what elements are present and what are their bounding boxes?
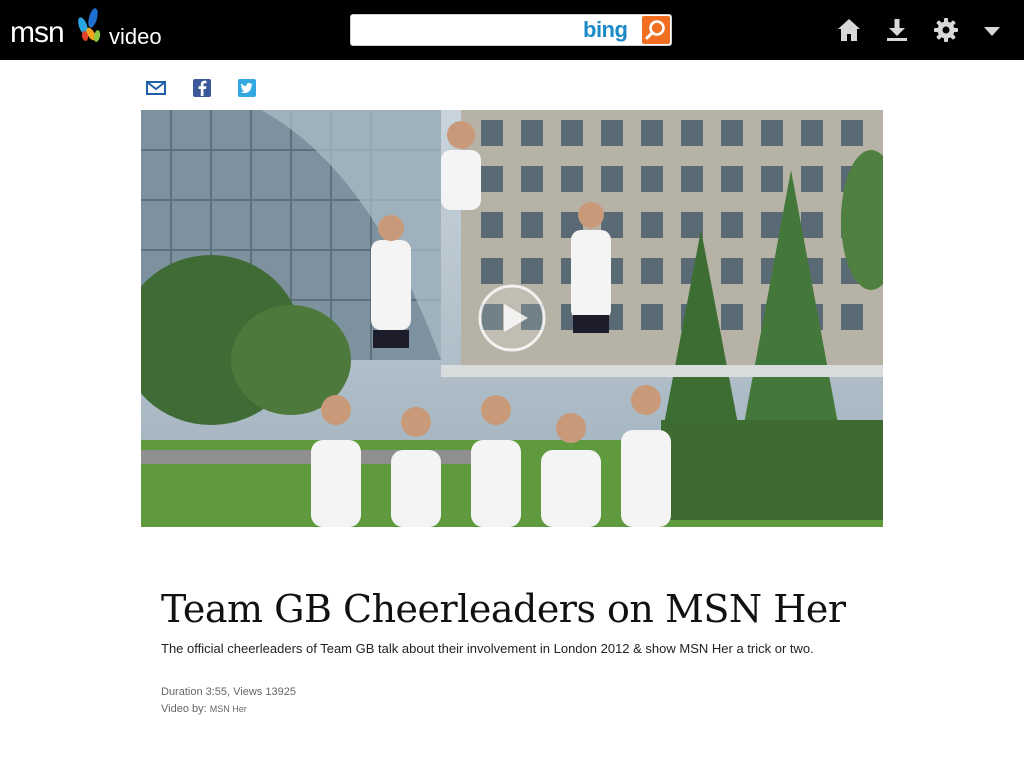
home-icon: [838, 19, 860, 41]
download-button[interactable]: [883, 16, 911, 44]
msn-butterfly-icon: [78, 8, 101, 42]
video-player[interactable]: [141, 110, 883, 527]
menu-dropdown-button[interactable]: [978, 16, 1006, 44]
facebook-icon: [193, 79, 211, 97]
home-button[interactable]: [835, 16, 863, 44]
search-button[interactable]: [642, 16, 670, 44]
play-icon[interactable]: [478, 284, 546, 352]
chevron-down-icon: [984, 27, 1000, 36]
video-description: The official cheerleaders of Team GB tal…: [161, 641, 814, 656]
bing-label: bing: [583, 17, 628, 42]
msn-video-logo[interactable]: msn video: [10, 6, 180, 52]
settings-button[interactable]: [932, 16, 960, 44]
brand-name: msn: [10, 16, 65, 49]
twitter-icon: [238, 79, 256, 97]
share-email-button[interactable]: [145, 78, 167, 98]
search-input[interactable]: [355, 19, 579, 43]
section-name: video: [109, 24, 162, 49]
download-icon: [887, 19, 907, 41]
search-box: bing: [350, 14, 672, 46]
video-duration-views: Duration 3:55, Views 13925: [161, 686, 296, 698]
video-source-link[interactable]: MSN Her: [210, 704, 247, 714]
top-bar: msn video bing: [0, 0, 1024, 60]
video-by-label: Video by:: [161, 703, 207, 715]
video-byline: Video by: MSN Her: [161, 703, 247, 715]
share-facebook-button[interactable]: [191, 78, 213, 98]
search-icon: [645, 20, 665, 40]
mail-icon: [146, 81, 166, 95]
gear-icon: [934, 18, 958, 42]
video-title: Team GB Cheerleaders on MSN Her: [161, 587, 846, 631]
share-twitter-button[interactable]: [236, 78, 258, 98]
